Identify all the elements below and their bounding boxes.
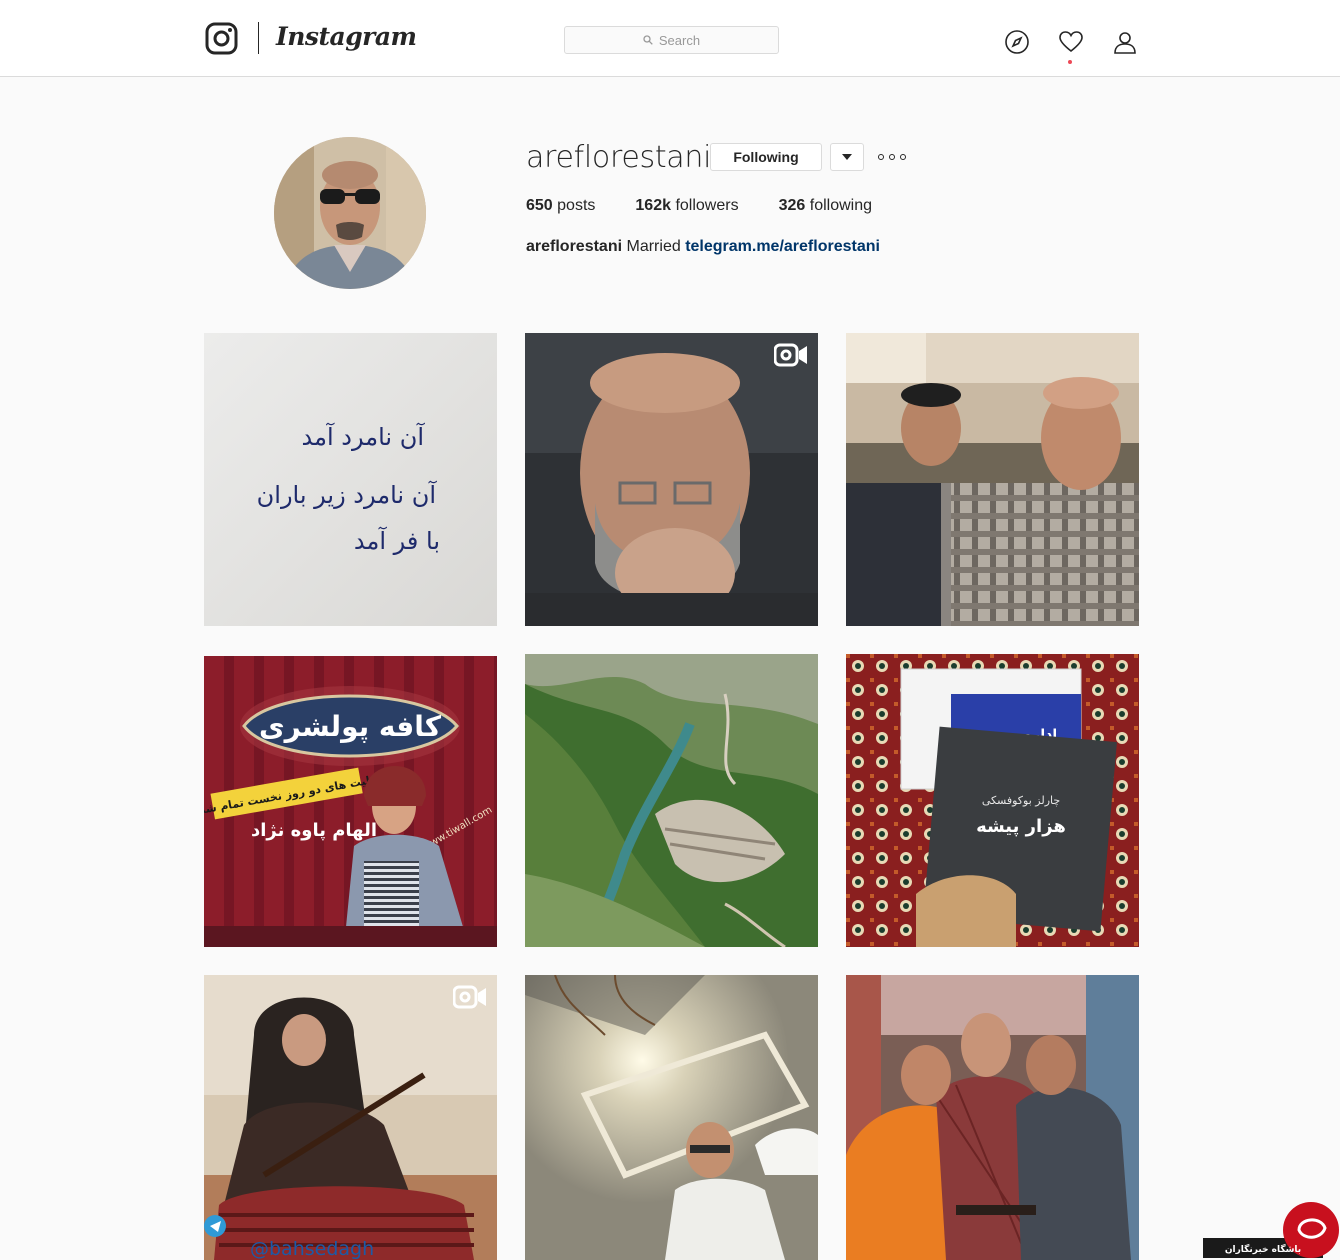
bio-text: Married (626, 238, 681, 255)
logo-divider (258, 22, 259, 54)
post-thumbnail[interactable] (846, 975, 1139, 1260)
note-line-3: با فر آمد (354, 526, 440, 555)
posts-count: 650 (526, 197, 553, 214)
search-placeholder: Search (658, 32, 701, 48)
following-count: 326 (778, 197, 806, 214)
two-men-on-couch-image (846, 333, 1139, 626)
channel-handle: @bahsedagh (250, 1238, 374, 1260)
profile-stats: 650 posts 162k followers 326 following (526, 197, 872, 215)
suggestions-dropdown-button[interactable] (830, 143, 864, 171)
notification-dot (1068, 60, 1072, 64)
post-thumbnail[interactable]: اداره پست چارلز بوکوفسکی هزار پیشه (846, 654, 1139, 947)
profile-username: areflorestani (526, 140, 712, 175)
poster-actor: الهام پاوه نژاد (251, 820, 377, 841)
video-icon (774, 343, 807, 367)
bio-link[interactable]: telegram.me/areflorestani (685, 238, 880, 255)
handwritten-note-image: آن نامرد آمد آن نامرد زیر باران با فر آم… (204, 333, 497, 626)
post-thumbnail[interactable]: @bahsedagh (204, 975, 497, 1260)
bio-name: areflorestani (526, 238, 623, 255)
post-thumbnail[interactable]: آن نامرد آمد آن نامرد زیر باران با فر آم… (204, 333, 497, 626)
profile-bio: areflorestani Married telegram.me/areflo… (526, 238, 880, 256)
post-thumbnail[interactable] (525, 333, 818, 626)
dot-icon (889, 154, 895, 160)
post-thumbnail[interactable]: کافه پولشری بلیت های دو روز نخست تمام شد… (204, 656, 497, 947)
posts-stat: 650 posts (526, 197, 595, 215)
followers-label: followers (675, 197, 739, 214)
search-icon (643, 35, 653, 45)
user-icon[interactable] (1112, 29, 1138, 55)
praying-man-image (525, 333, 818, 626)
instagram-wordmark[interactable]: Instagram (276, 22, 417, 51)
following-label: following (809, 197, 873, 214)
book-title: هزار پیشه (976, 816, 1066, 837)
avatar[interactable] (274, 137, 426, 289)
note-line-2: آن نامرد زیر باران (257, 480, 438, 509)
watermark-badge: باشگاه خبرنگاران (1203, 1200, 1340, 1260)
ceiling-light-selfie-image (525, 975, 818, 1260)
post-thumbnail[interactable] (525, 975, 818, 1260)
three-men-embracing-image (846, 975, 1139, 1260)
mountain-valley-image (525, 654, 818, 947)
woman-playing-instrument-image: @bahsedagh (204, 975, 497, 1260)
followers-stat[interactable]: 162k followers (635, 197, 738, 215)
more-options-button[interactable] (878, 148, 906, 166)
search-input[interactable]: Search (564, 26, 779, 54)
followers-count: 162k (635, 197, 671, 214)
posts-label: posts (557, 197, 596, 214)
instagram-glyph-icon[interactable] (205, 22, 238, 55)
watermark-text: باشگاه خبرنگاران (1225, 1243, 1301, 1255)
post-thumbnail[interactable] (525, 654, 818, 947)
top-navigation: Instagram Search (0, 0, 1340, 77)
following-button[interactable]: Following (710, 143, 822, 171)
following-stat[interactable]: 326 following (779, 197, 872, 215)
video-icon (453, 985, 486, 1009)
dot-icon (900, 154, 906, 160)
theatre-poster-image: کافه پولشری بلیت های دو روز نخست تمام شد… (204, 656, 497, 947)
post-thumbnail[interactable] (846, 333, 1139, 626)
books-on-carpet-image: اداره پست چارلز بوکوفسکی هزار پیشه (846, 654, 1139, 947)
dot-icon (878, 154, 884, 160)
poster-title: کافه پولشری (259, 710, 442, 743)
book-author: چارلز بوکوفسکی (982, 794, 1060, 807)
heart-icon[interactable] (1058, 29, 1084, 55)
chevron-down-icon (842, 154, 852, 160)
note-line-1: آن نامرد آمد (302, 422, 426, 451)
compass-icon[interactable] (1004, 29, 1030, 55)
